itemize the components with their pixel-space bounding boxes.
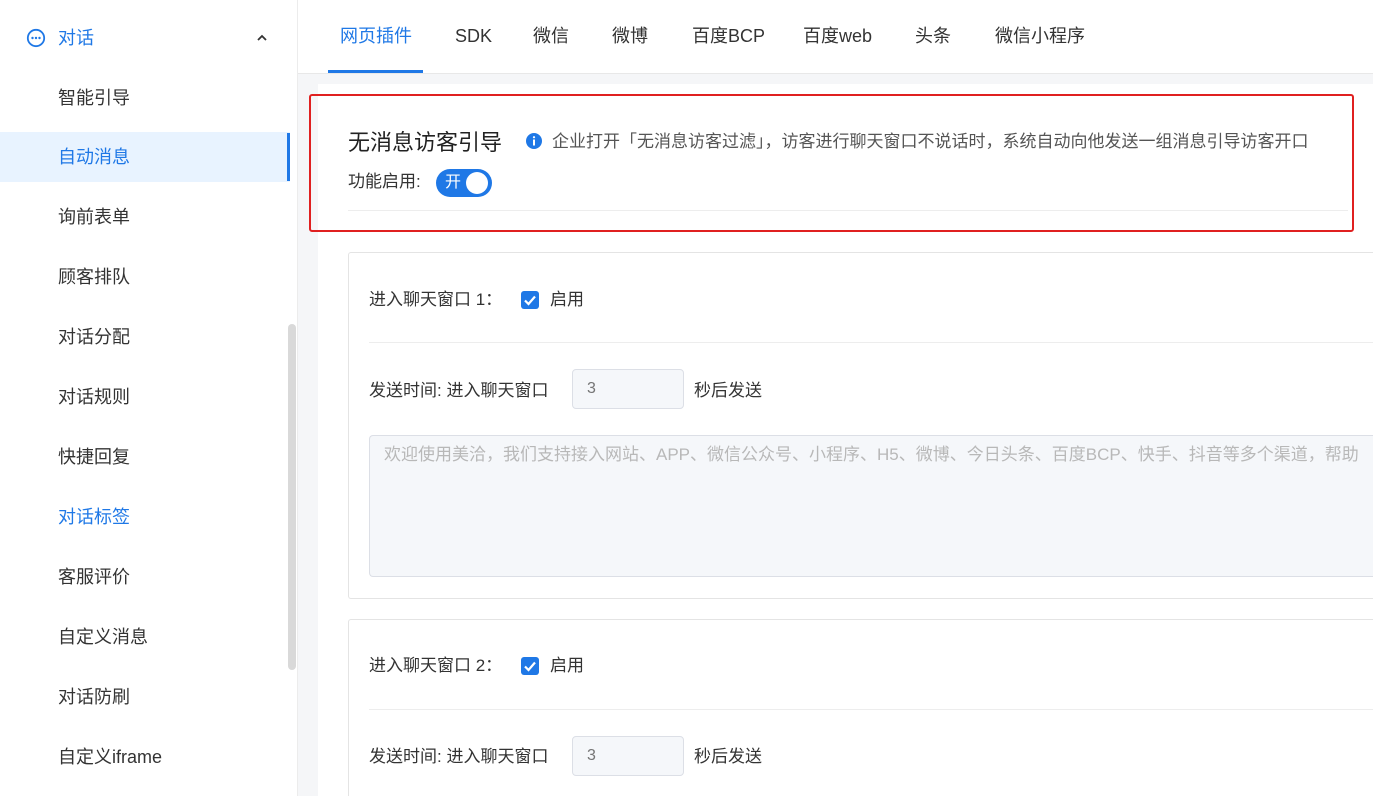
enable-checkbox[interactable]: [521, 657, 539, 675]
chevron-up-icon[interactable]: [254, 31, 270, 45]
switch-knob: [466, 172, 488, 194]
tab-wechat[interactable]: 微信: [533, 0, 569, 74]
message-card: [348, 619, 1373, 796]
sidebar-item-quick-reply[interactable]: 快捷回复: [0, 432, 290, 482]
tab-wechat-mini-program[interactable]: 微信小程序: [995, 0, 1085, 74]
message-textarea[interactable]: 欢迎使用美洽，我们支持接入网站、APP、微信公众号、小程序、H5、微博、今日头条…: [369, 435, 1373, 577]
sidebar-item-dialog-assign[interactable]: 对话分配: [0, 312, 290, 362]
window-label: 进入聊天窗口 2：: [369, 656, 503, 675]
switch-label: 开: [445, 174, 462, 191]
sidebar-item-auto-message[interactable]: 自动消息: [0, 132, 290, 182]
send-time-label: 发送时间: 进入聊天窗口: [369, 747, 549, 766]
sidebar-item-smart-guide[interactable]: 智能引导: [0, 73, 290, 123]
sidebar-group-header[interactable]: 对话: [0, 0, 298, 76]
delay-seconds-input[interactable]: [572, 369, 684, 409]
highlight-box: [309, 94, 1354, 232]
delay-seconds-input[interactable]: [572, 736, 684, 776]
chat-bubble-icon: [26, 28, 46, 48]
card-divider: [369, 709, 1373, 710]
checkbox-label: 启用: [550, 656, 584, 675]
sidebar-item-customer-queue[interactable]: 顾客排队: [0, 252, 290, 302]
sidebar-item-anti-spam[interactable]: 对话防刷: [0, 672, 290, 722]
check-icon: [524, 661, 536, 672]
after-seconds-label: 秒后发送: [694, 747, 762, 766]
channel-tabs: 网页插件 SDK 微信 微博 百度BCP 百度web 头条 微信小程序: [298, 0, 1373, 74]
tab-sdk[interactable]: SDK: [455, 0, 492, 74]
send-time-label: 发送时间: 进入聊天窗口: [369, 381, 549, 400]
sidebar-group-title: 对话: [58, 28, 94, 48]
tab-weibo[interactable]: 微博: [612, 0, 648, 74]
section-divider: [348, 210, 1348, 211]
sidebar: 对话 智能引导 自动消息 询前表单 顾客排队 对话分配 对话规则 快捷回复 对话…: [0, 0, 298, 796]
tab-baidu-web[interactable]: 百度web: [803, 0, 872, 74]
enable-checkbox[interactable]: [521, 291, 539, 309]
section-description: 企业打开「无消息访客过滤」，访客进行聊天窗口不说话时，系统自动向他发送一组消息引…: [552, 132, 1309, 151]
enable-label: 功能启用:: [348, 172, 421, 191]
active-indicator: [287, 133, 290, 181]
check-icon: [524, 295, 536, 306]
enable-switch[interactable]: 开: [436, 169, 492, 197]
info-icon: [526, 133, 542, 149]
card-divider: [369, 342, 1373, 343]
sidebar-scrollbar[interactable]: [288, 324, 296, 670]
window-label: 进入聊天窗口 1：: [369, 290, 503, 309]
checkbox-label: 启用: [550, 290, 584, 309]
tab-baidu-bcp[interactable]: 百度BCP: [692, 0, 765, 74]
sidebar-item-custom-iframe[interactable]: 自定义iframe: [0, 732, 290, 782]
sidebar-item-pre-chat-form[interactable]: 询前表单: [0, 192, 290, 242]
sidebar-item-service-rating[interactable]: 客服评价: [0, 552, 290, 602]
tab-toutiao[interactable]: 头条: [915, 0, 951, 74]
after-seconds-label: 秒后发送: [694, 381, 762, 400]
section-title: 无消息访客引导: [348, 130, 503, 155]
tab-web-plugin[interactable]: 网页插件: [340, 0, 412, 74]
sidebar-item-dialog-rules[interactable]: 对话规则: [0, 372, 290, 422]
sidebar-item-custom-message[interactable]: 自定义消息: [0, 612, 290, 662]
tab-active-underline: [328, 70, 423, 73]
sidebar-item-dialog-tags[interactable]: 对话标签: [0, 492, 290, 542]
